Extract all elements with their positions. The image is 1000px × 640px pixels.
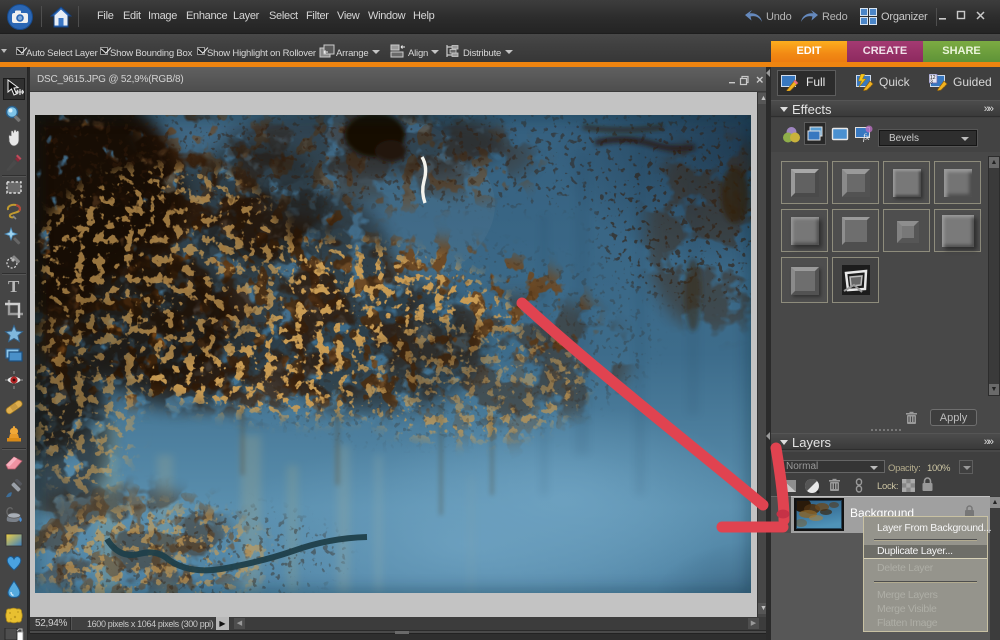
svg-text:T: T bbox=[8, 277, 20, 296]
svg-text:3: 3 bbox=[930, 80, 933, 86]
svg-text:fx: fx bbox=[863, 132, 870, 142]
